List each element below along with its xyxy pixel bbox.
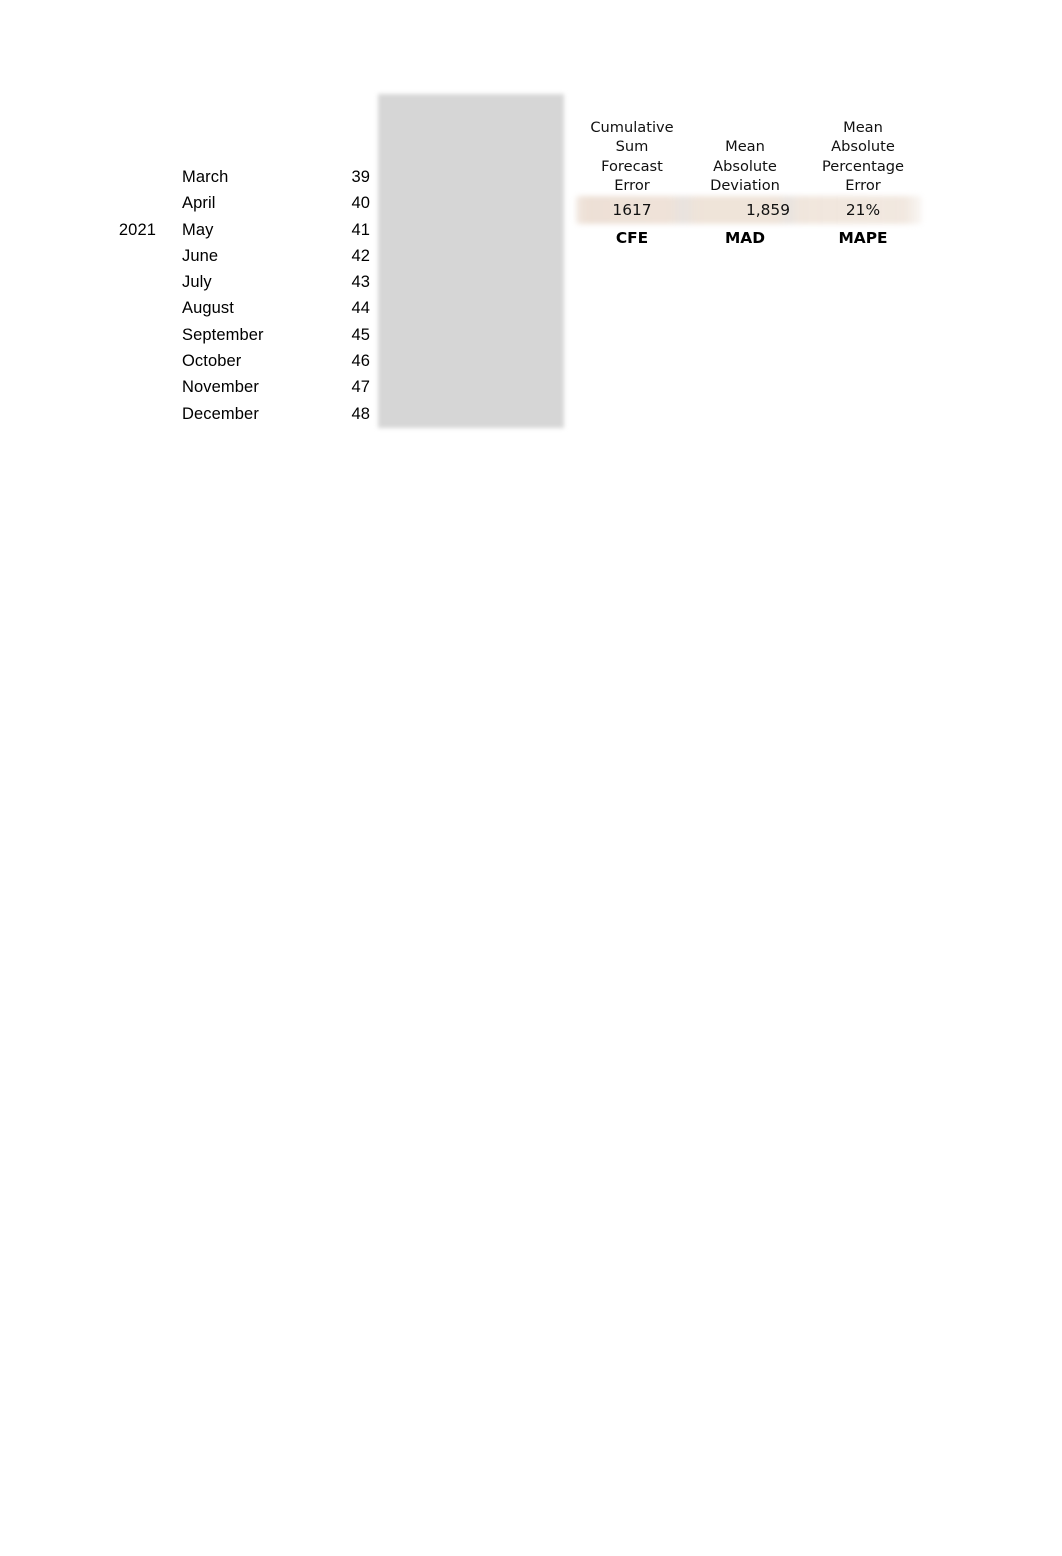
table-row[interactable]: 2021 May 41: [108, 217, 376, 243]
metrics-header-mad-line-3: Deviation: [710, 177, 780, 195]
month-label: May: [182, 220, 214, 239]
month-label: June: [182, 246, 219, 265]
metrics-value-cfe[interactable]: 1617: [578, 196, 686, 224]
gray-filled-range-block: [378, 94, 564, 428]
month-label: July: [182, 273, 212, 292]
metrics-value-mape[interactable]: 21%: [804, 196, 922, 224]
metrics-header-cfe-line-1: Cumulative: [590, 118, 674, 136]
table-row[interactable]: July 43: [108, 269, 376, 295]
metrics-header-mad-line-1: Mean: [725, 138, 765, 156]
table-row[interactable]: October 46: [108, 348, 376, 374]
forecast-error-metrics-panel: Cumulative Sum Forecast Error Mean Absol…: [576, 110, 922, 252]
metrics-header-mape-line-4: Error: [845, 177, 881, 195]
metrics-header-cfe: Cumulative Sum Forecast Error: [578, 110, 686, 196]
metrics-header-mad: Mean Absolute Deviation: [686, 110, 804, 196]
month-value: 46: [351, 352, 370, 371]
month-value: 45: [351, 325, 370, 344]
table-row[interactable]: November 47: [108, 374, 376, 400]
month-value-table: March 39 April 40 2021 May 41 June 42 Ju…: [108, 164, 376, 427]
table-row[interactable]: September 45: [108, 322, 376, 348]
month-value: 44: [351, 299, 370, 318]
metrics-header-row: Cumulative Sum Forecast Error Mean Absol…: [578, 110, 922, 196]
metrics-header-mape: Mean Absolute Percentage Error: [804, 110, 922, 196]
metrics-abbreviation-row: CFE MAD MAPE: [578, 224, 922, 252]
month-label: December: [182, 404, 259, 423]
month-value: 40: [351, 194, 370, 213]
metrics-header-mape-line-1: Mean: [843, 118, 883, 136]
year-label: 2021: [118, 220, 156, 239]
metrics-header-cfe-line-3: Forecast: [601, 157, 663, 175]
month-label: October: [182, 352, 242, 371]
table-row[interactable]: March 39: [108, 164, 376, 190]
month-value: 47: [351, 378, 370, 397]
table-row[interactable]: April 40: [108, 190, 376, 216]
month-value: 41: [351, 220, 370, 239]
month-value: 43: [351, 273, 370, 292]
month-value: 39: [351, 168, 370, 186]
metrics-value-mad[interactable]: 1,859: [686, 196, 804, 224]
spreadsheet-canvas: { "colors": { "background": "#ffffff", "…: [0, 0, 1062, 1556]
month-label: March: [182, 168, 229, 186]
metrics-header-mape-line-3: Percentage: [821, 157, 905, 175]
metrics-values-row: 1617 1,859 21%: [578, 196, 922, 224]
month-value: 48: [351, 404, 370, 423]
metrics-values-band-wrapper: 1617 1,859 21%: [576, 196, 922, 224]
metrics-header-mape-line-2: Absolute: [831, 138, 895, 156]
month-label: April: [182, 194, 216, 213]
metrics-abbr-mad: MAD: [724, 229, 765, 247]
metrics-header-mad-line-2: Absolute: [713, 157, 777, 175]
metrics-header-cfe-line-2: Sum: [615, 138, 649, 156]
month-label: November: [182, 378, 259, 397]
month-label: September: [182, 325, 264, 344]
metrics-abbr-cfe: CFE: [615, 229, 649, 247]
table-row[interactable]: August 44: [108, 295, 376, 321]
table-row[interactable]: December 48: [108, 401, 376, 427]
table-row[interactable]: June 42: [108, 243, 376, 269]
month-value: 42: [351, 246, 370, 265]
metrics-abbr-mape: MAPE: [838, 229, 888, 247]
metrics-header-cfe-line-4: Error: [614, 177, 650, 195]
month-label: August: [182, 299, 234, 318]
